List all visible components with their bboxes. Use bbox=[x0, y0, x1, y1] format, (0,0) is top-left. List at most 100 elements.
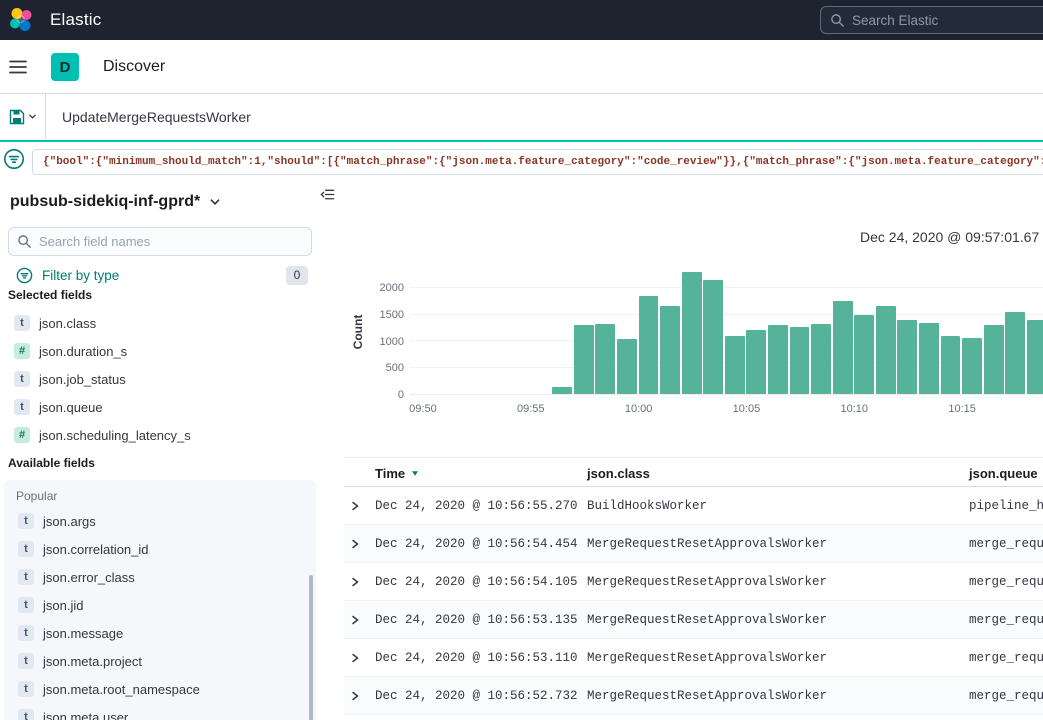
field-name: json.jid bbox=[43, 598, 83, 613]
filter-in-circle-icon bbox=[16, 267, 33, 284]
chevron-down-icon bbox=[209, 196, 221, 208]
field-type-icon: t bbox=[14, 399, 30, 415]
histogram-bar bbox=[790, 327, 810, 394]
documents-table-body: Dec 24, 2020 @ 10:56:55.270BuildHooksWor… bbox=[344, 487, 1043, 715]
histogram-bar bbox=[833, 301, 853, 394]
filter-count-badge: 0 bbox=[286, 266, 308, 285]
popular-fields-panel: Popular tjson.argstjson.correlation_idtj… bbox=[4, 480, 316, 720]
y-tick-label: 2000 bbox=[380, 282, 404, 294]
kibana-discover-screen: Elastic D Discover {"bool":{"minimum_sho… bbox=[0, 0, 1043, 720]
field-name: json.args bbox=[43, 514, 96, 529]
field-item-json.meta.user[interactable]: tjson.meta.user bbox=[4, 703, 316, 720]
filter-pill[interactable]: {"bool":{"minimum_should_match":1,"shoul… bbox=[32, 149, 1043, 175]
x-tick-label: 10:00 bbox=[625, 403, 653, 415]
y-tick-label: 0 bbox=[398, 389, 404, 401]
field-item-json.args[interactable]: t json.args bbox=[4, 507, 316, 535]
field-name: json.message bbox=[43, 626, 123, 641]
histogram-bar bbox=[746, 330, 766, 394]
field-type-icon: t bbox=[18, 513, 34, 529]
search-icon bbox=[17, 234, 32, 249]
histogram-bar bbox=[811, 324, 831, 394]
expand-row-button[interactable] bbox=[349, 500, 361, 515]
histogram-bar bbox=[574, 325, 594, 394]
sidebar-scrollbar[interactable] bbox=[309, 575, 313, 720]
index-pattern-selector[interactable]: pubsub-sidekiq-inf-gprd* bbox=[10, 190, 221, 214]
x-tick-label: 10:15 bbox=[948, 403, 976, 415]
column-header-json-class[interactable]: json.class bbox=[587, 458, 650, 488]
filter-menu-icon[interactable] bbox=[3, 148, 25, 173]
query-bar bbox=[0, 94, 1043, 142]
cell-queue: merge_requ bbox=[969, 639, 1043, 677]
field-item-json.duration_s[interactable]: #json.duration_s bbox=[0, 337, 320, 365]
filter-bar: {"bool":{"minimum_should_match":1,"shoul… bbox=[0, 144, 1043, 185]
field-type-icon: t bbox=[18, 709, 34, 720]
histogram-bar bbox=[703, 280, 723, 394]
column-header-time[interactable]: Time bbox=[375, 458, 420, 488]
field-name: json.error_class bbox=[43, 570, 135, 585]
main-content: Dec 24, 2020 @ 09:57:01.67 Count 0500100… bbox=[344, 185, 1043, 720]
cell-queue: merge_requ bbox=[969, 525, 1043, 563]
query-input[interactable] bbox=[62, 94, 1033, 139]
global-header: Elastic bbox=[0, 0, 1043, 40]
y-axis: 0500100015002000 bbox=[344, 267, 406, 395]
global-search-box[interactable] bbox=[820, 6, 1043, 34]
popular-label: Popular bbox=[4, 480, 316, 507]
expand-row-button[interactable] bbox=[349, 614, 361, 629]
field-type-icon: # bbox=[14, 343, 30, 359]
cell-time: Dec 24, 2020 @ 10:56:54.105 bbox=[375, 563, 578, 601]
menu-icon[interactable] bbox=[9, 60, 27, 77]
histogram-bar bbox=[854, 315, 874, 394]
table-row: Dec 24, 2020 @ 10:56:53.135MergeRequestR… bbox=[344, 601, 1043, 639]
field-item-json.jid[interactable]: tjson.jid bbox=[4, 591, 316, 619]
cell-class: MergeRequestResetApprovalsWorker bbox=[587, 639, 827, 677]
field-type-icon: t bbox=[18, 569, 34, 585]
field-item-json.class[interactable]: tjson.class bbox=[0, 309, 320, 337]
global-search-input[interactable] bbox=[852, 13, 1012, 28]
cell-queue: merge_requ bbox=[969, 601, 1043, 639]
cell-queue: merge_requ bbox=[969, 563, 1043, 601]
field-item-json.scheduling_latency_s[interactable]: #json.scheduling_latency_s bbox=[0, 421, 320, 449]
cell-time: Dec 24, 2020 @ 10:56:53.110 bbox=[375, 639, 578, 677]
histogram-bar bbox=[984, 325, 1004, 394]
field-item-json.job_status[interactable]: tjson.job_status bbox=[0, 365, 320, 393]
expand-row-button[interactable] bbox=[349, 652, 361, 667]
histogram-bar bbox=[617, 339, 637, 394]
field-type-icon: t bbox=[18, 625, 34, 641]
field-item-json.meta.project[interactable]: tjson.meta.project bbox=[4, 647, 316, 675]
field-type-icon: t bbox=[18, 653, 34, 669]
cell-time: Dec 24, 2020 @ 10:56:54.454 bbox=[375, 525, 578, 563]
expand-row-button[interactable] bbox=[349, 690, 361, 705]
field-item-json.message[interactable]: t json.message bbox=[4, 619, 316, 647]
y-tick-label: 1000 bbox=[380, 336, 404, 348]
y-tick-label: 1500 bbox=[380, 309, 404, 321]
field-type-icon: t bbox=[14, 371, 30, 387]
field-name: json.meta.root_namespace bbox=[43, 682, 200, 697]
save-query-button[interactable] bbox=[0, 94, 46, 139]
expand-row-button[interactable] bbox=[349, 576, 361, 591]
column-header-json-queue[interactable]: json.queue bbox=[969, 458, 1038, 488]
histogram-bar bbox=[552, 387, 572, 394]
filter-by-type-button[interactable]: Filter by type 0 bbox=[16, 264, 308, 286]
discover-app-icon: D bbox=[51, 53, 79, 81]
gridline bbox=[410, 287, 1043, 288]
x-tick-label: 09:50 bbox=[409, 403, 437, 415]
field-item-json.correlation_id[interactable]: tjson.correlation_id bbox=[4, 535, 316, 563]
filter-by-type-label: Filter by type bbox=[42, 268, 119, 283]
histogram-bar bbox=[941, 336, 961, 394]
collapse-sidebar-icon[interactable] bbox=[320, 187, 335, 205]
save-icon bbox=[9, 109, 25, 125]
available-fields-label: Available fields bbox=[8, 456, 95, 470]
elastic-logo-icon[interactable] bbox=[8, 7, 34, 33]
histogram-plot[interactable] bbox=[410, 267, 1043, 395]
field-type-icon: t bbox=[18, 541, 34, 557]
table-row: Dec 24, 2020 @ 10:56:55.270BuildHooksWor… bbox=[344, 487, 1043, 525]
field-search-box bbox=[8, 227, 312, 256]
field-search-input[interactable] bbox=[8, 227, 312, 256]
expand-row-button[interactable] bbox=[349, 538, 361, 553]
field-item-json.queue[interactable]: tjson.queue bbox=[0, 393, 320, 421]
field-item-json.meta.root_namespace[interactable]: tjson.meta.root_namespace bbox=[4, 675, 316, 703]
field-item-json.error_class[interactable]: t json.error_class bbox=[4, 563, 316, 591]
histogram-bar bbox=[639, 296, 659, 394]
cell-time: Dec 24, 2020 @ 10:56:52.732 bbox=[375, 677, 578, 715]
histogram-bar bbox=[595, 324, 615, 394]
